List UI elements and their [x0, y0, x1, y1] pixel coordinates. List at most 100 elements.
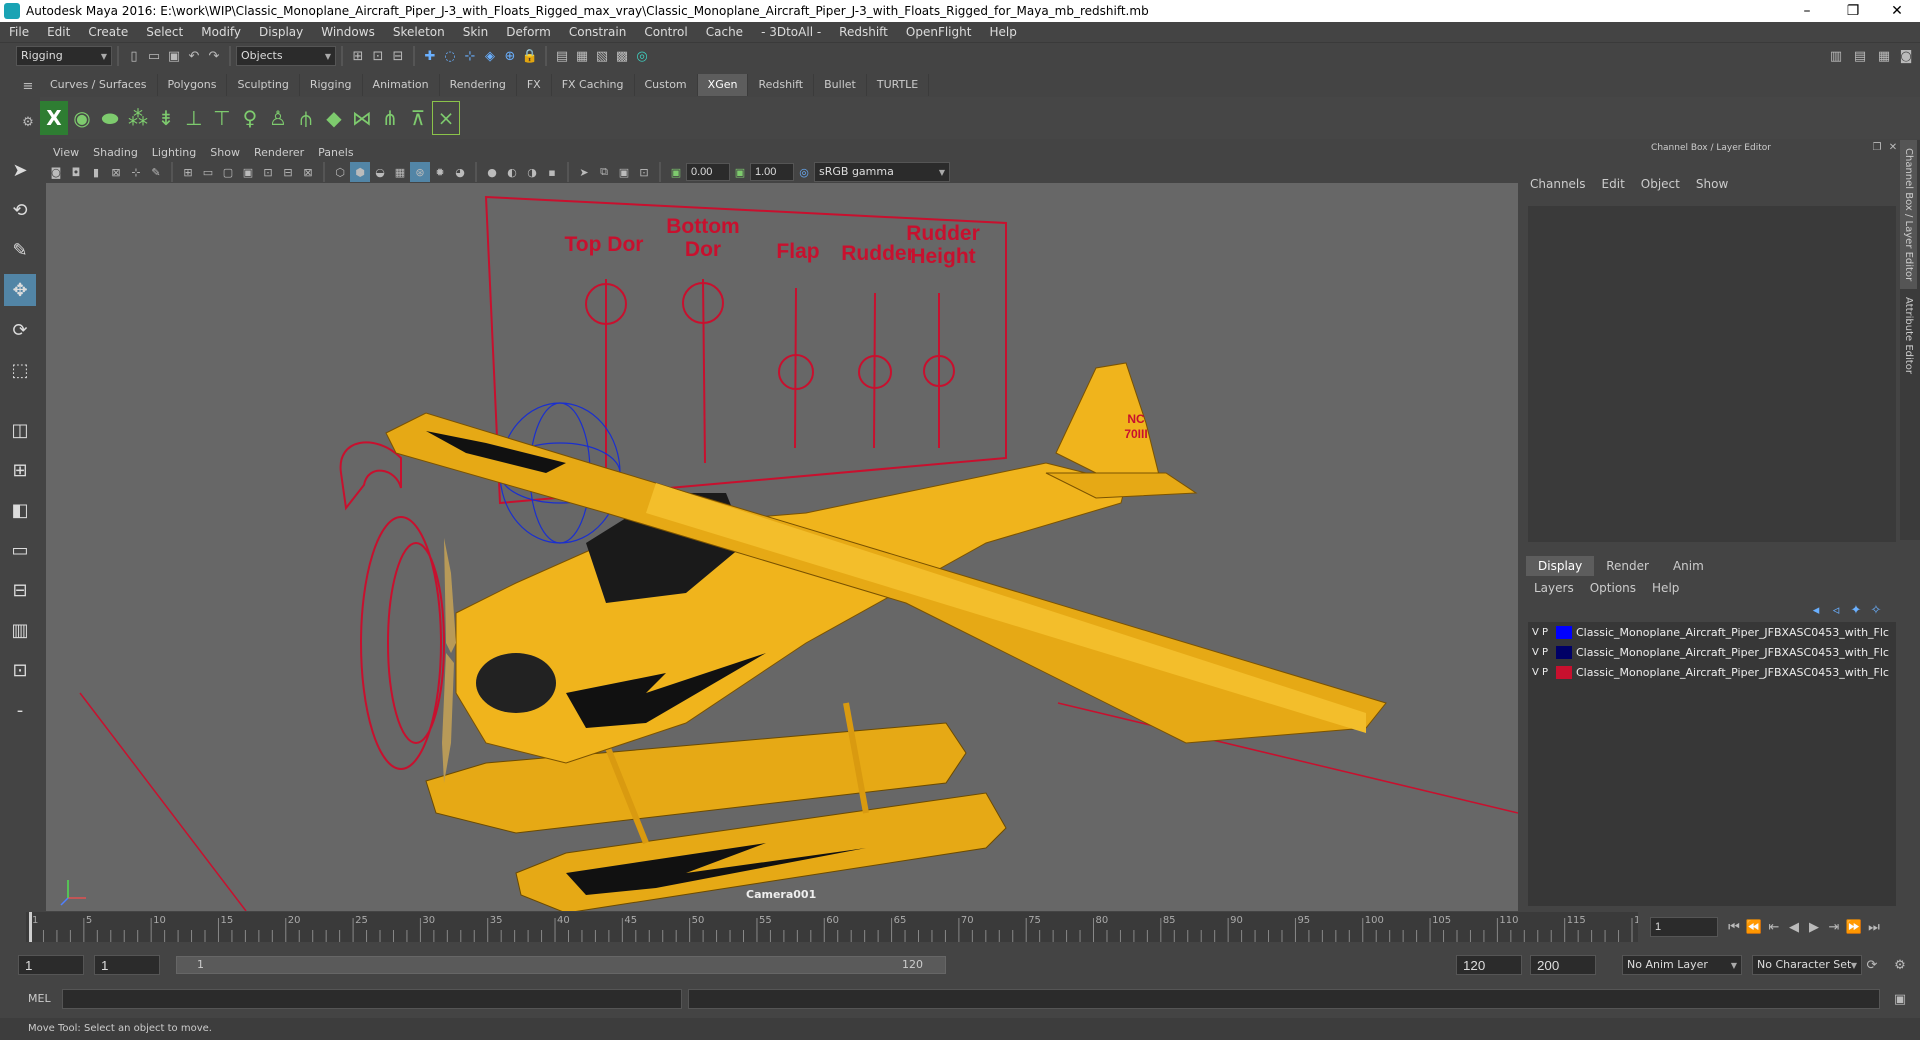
layer-color-swatch[interactable] [1556, 625, 1572, 639]
auto-key-icon[interactable]: ⟳ [1862, 955, 1882, 975]
xgen-select-guide-icon[interactable]: ⇟ [152, 101, 180, 135]
close-button[interactable]: ✕ [1874, 0, 1920, 22]
menu-openflight[interactable]: OpenFlight [897, 22, 981, 43]
move-layer-down-icon[interactable]: ◃ [1826, 600, 1846, 620]
channel-box-area[interactable] [1528, 206, 1896, 542]
xgen-brush-icon[interactable]: ⋔ [376, 101, 404, 135]
tab-anim-layers[interactable]: Anim [1661, 556, 1716, 576]
film-gate-icon[interactable]: ▭ [198, 162, 218, 182]
menu-display[interactable]: Display [250, 22, 312, 43]
exposure-field[interactable] [686, 163, 730, 181]
layer-visibility-toggle[interactable]: V P [1528, 627, 1556, 638]
select-component-icon[interactable]: ⊟ [388, 46, 408, 66]
camera-select-icon[interactable]: ◙ [46, 162, 66, 182]
restore-button[interactable]: ❐ [1830, 0, 1876, 22]
new-scene-icon[interactable]: ▯ [124, 46, 144, 66]
tab-curves-surfaces[interactable]: Curves / Surfaces [40, 74, 158, 96]
menu-3dtoall[interactable]: - 3DtoAll - [752, 22, 830, 43]
tab-channel-box-layer-editor[interactable]: Channel Box / Layer Editor [1900, 140, 1917, 290]
lasso-tool-icon[interactable]: ⟲ [4, 194, 36, 226]
tab-sculpting[interactable]: Sculpting [227, 74, 300, 96]
anim-layer-dropdown[interactable]: No Anim Layer [1622, 955, 1742, 975]
minimize-button[interactable]: – [1784, 0, 1830, 22]
play-forwards-icon[interactable]: ▶ [1804, 917, 1824, 937]
resolution-gate-icon[interactable]: ▢ [218, 162, 238, 182]
menu-constrain[interactable]: Constrain [560, 22, 636, 43]
use-all-lights-icon[interactable]: ⊛ [410, 162, 430, 182]
tab-redshift[interactable]: Redshift [748, 74, 815, 96]
xgen-visibility-icon[interactable]: ◉ [68, 101, 96, 135]
select-hierarchy-icon[interactable]: ⊞ [348, 46, 368, 66]
render-settings-icon[interactable]: ▩ [612, 46, 632, 66]
menu-create[interactable]: Create [79, 22, 137, 43]
hypershade-icon[interactable]: ◎ [632, 46, 652, 66]
menu-skeleton[interactable]: Skeleton [384, 22, 454, 43]
menu-set-dropdown[interactable]: Rigging [16, 46, 112, 66]
current-frame-field[interactable] [1650, 917, 1718, 937]
backface-culling-icon[interactable]: ⊡ [634, 162, 654, 182]
render-frame-icon[interactable]: ▦ [572, 46, 592, 66]
scene-view[interactable]: Top Dor Bottom Dor Flap Rudder Rudder He… [46, 183, 1519, 914]
save-scene-icon[interactable]: ▣ [164, 46, 184, 66]
viewport-menu-panels[interactable]: Panels [311, 145, 360, 161]
end-time-field[interactable] [1530, 955, 1596, 975]
mel-input[interactable] [62, 989, 682, 1009]
float-panel-icon[interactable]: ❐ [1870, 140, 1884, 154]
outliner-layout-icon[interactable]: ⊡ [4, 654, 36, 686]
gamma-icon[interactable]: ▣ [730, 162, 750, 182]
new-layer-icon[interactable]: ✦ [1846, 600, 1866, 620]
channel-box-menu-show[interactable]: Show [1688, 172, 1736, 196]
playback-end-field[interactable] [1456, 955, 1522, 975]
safe-action-icon[interactable]: ⊟ [278, 162, 298, 182]
lock-icon[interactable]: 🔒 [520, 46, 540, 66]
color-management-icon[interactable]: ◎ [794, 162, 814, 182]
camera-attributes-icon[interactable]: ◘ [66, 162, 86, 182]
tab-custom[interactable]: Custom [635, 74, 698, 96]
go-to-end-icon[interactable]: ⏭ [1864, 917, 1884, 937]
viewport-menu-show[interactable]: Show [203, 145, 247, 161]
open-scene-icon[interactable]: ▭ [144, 46, 164, 66]
snap-curve-icon[interactable]: ◌ [440, 46, 460, 66]
shelf-menu-icon[interactable]: ≡ [18, 76, 38, 96]
snap-grid-icon[interactable]: ✚ [420, 46, 440, 66]
isolate-select-icon[interactable]: ▪ [542, 162, 562, 182]
smooth-shade-icon[interactable]: ⬢ [350, 162, 370, 182]
tab-bullet[interactable]: Bullet [814, 74, 867, 96]
colorspace-dropdown[interactable]: sRGB gamma [814, 162, 950, 182]
script-editor-icon[interactable]: ▣ [1890, 989, 1910, 1009]
hypershade-layout-icon[interactable]: ⊟ [4, 574, 36, 606]
ipr-render-icon[interactable]: ▧ [592, 46, 612, 66]
make-live-icon[interactable]: ⊕ [500, 46, 520, 66]
menu-control[interactable]: Control [635, 22, 696, 43]
grid-icon[interactable]: ⊞ [178, 162, 198, 182]
render-view-icon[interactable]: ▤ [552, 46, 572, 66]
field-chart-icon[interactable]: ⊡ [258, 162, 278, 182]
bookmark-icon[interactable]: ▮ [86, 162, 106, 182]
layout-icon[interactable]: ▤ [1850, 46, 1870, 66]
go-to-start-icon[interactable]: ⏮ [1724, 917, 1744, 937]
menu-redshift[interactable]: Redshift [830, 22, 897, 43]
snap-point-icon[interactable]: ⊹ [460, 46, 480, 66]
snap-view-plane-icon[interactable]: ◈ [480, 46, 500, 66]
layer-row[interactable]: V P Classic_Monoplane_Aircraft_Piper_JFB… [1528, 642, 1896, 662]
layer-color-swatch[interactable] [1556, 665, 1572, 679]
layer-menu-layers[interactable]: Layers [1526, 578, 1582, 598]
xgen-grooming-icon[interactable]: ⋈ [348, 101, 376, 135]
channel-box-menu-edit[interactable]: Edit [1594, 172, 1633, 196]
undo-icon[interactable]: ↶ [184, 46, 204, 66]
menu-edit[interactable]: Edit [38, 22, 79, 43]
step-back-key-icon[interactable]: ⏪ [1744, 917, 1764, 937]
textured-icon[interactable]: ▦ [390, 162, 410, 182]
xgen-lock-guide-icon[interactable]: ♙ [264, 101, 292, 135]
xgen-bend-guide-icon[interactable]: ⫛ [292, 101, 320, 135]
xgen-length-guide-icon[interactable]: ⊤ [208, 101, 236, 135]
xgen-add-guide-icon[interactable]: ⁂ [124, 101, 152, 135]
time-slider-track[interactable]: 1 5 10 15 20 25 30 35 40 45 50 55 60 65 70 75 80 85 90 95 10… [26, 912, 1653, 942]
step-forward-key-icon[interactable]: ⏩ [1844, 917, 1864, 937]
xgen-comb-icon[interactable]: ⊼ [404, 101, 432, 135]
persp-outliner-layout-icon[interactable]: ◧ [4, 494, 36, 526]
layer-row[interactable]: V P Classic_Monoplane_Aircraft_Piper_JFB… [1528, 622, 1896, 642]
xgen-sculpt-guide-icon[interactable]: ♀ [236, 101, 264, 135]
paint-select-tool-icon[interactable]: ✎ [4, 234, 36, 266]
gate-mask-icon[interactable]: ▣ [238, 162, 258, 182]
